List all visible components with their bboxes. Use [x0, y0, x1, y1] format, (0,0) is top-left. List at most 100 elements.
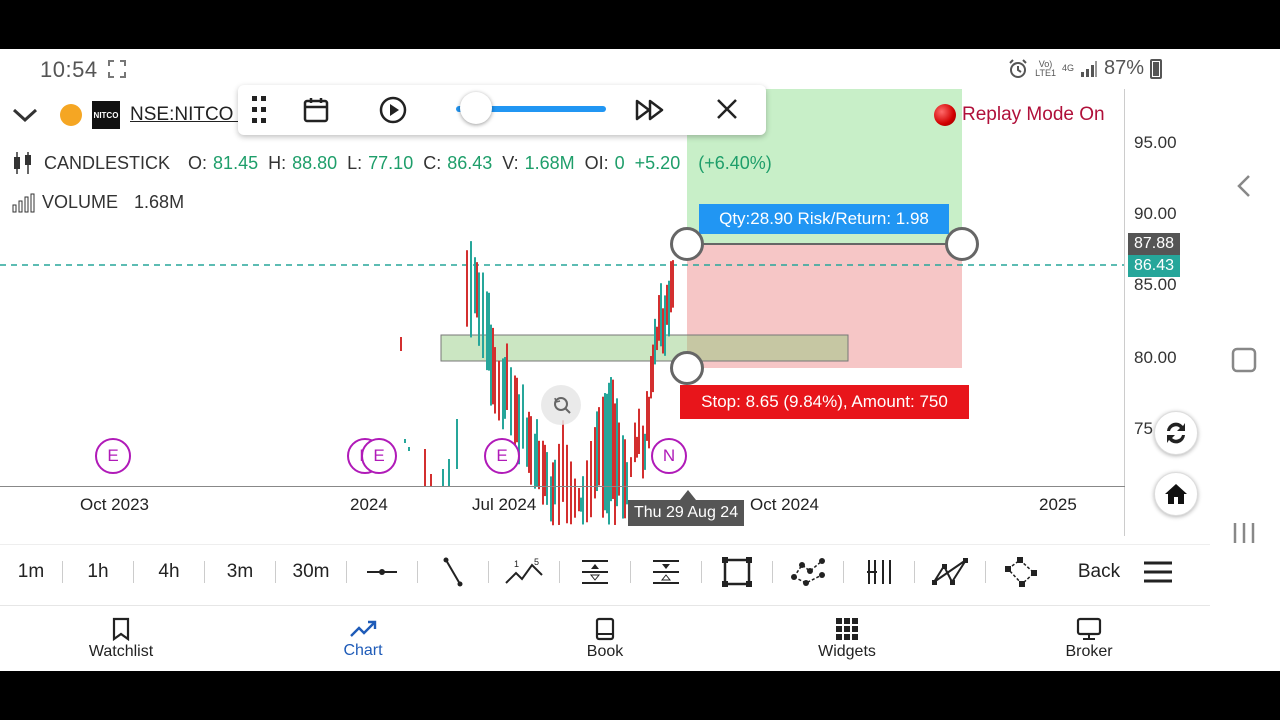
candle	[424, 449, 426, 486]
close-icon[interactable]	[714, 96, 740, 122]
nav-book[interactable]: Book	[484, 606, 726, 671]
short-position-tool[interactable]	[631, 545, 701, 600]
candle	[614, 403, 616, 525]
home-icon	[1165, 484, 1187, 504]
menu-icon[interactable]	[1142, 560, 1174, 584]
volume-label: VOLUME	[42, 192, 119, 212]
target-price-tag: 87.88	[1128, 233, 1181, 255]
candle	[442, 469, 444, 486]
support-zone-rect[interactable]	[440, 334, 849, 362]
time-label: 2025	[1039, 495, 1077, 514]
candle	[658, 295, 660, 341]
candle	[502, 358, 504, 430]
candle	[608, 382, 610, 525]
candle	[590, 441, 592, 518]
play-icon[interactable]	[378, 95, 408, 125]
path-icon	[1005, 557, 1037, 587]
candle	[448, 459, 450, 486]
signal-icon	[1080, 60, 1097, 77]
change-value: +5.20	[634, 152, 681, 173]
refresh-button[interactable]	[1154, 411, 1198, 455]
candle	[594, 427, 596, 499]
stop-handle[interactable]	[670, 351, 704, 385]
pattern-tool[interactable]	[773, 545, 843, 600]
home-nav-icon[interactable]	[1231, 347, 1257, 373]
close-value: 86.43	[447, 152, 493, 173]
stop-loss-label[interactable]: Stop: 8.65 (9.84%), Amount: 750	[680, 385, 969, 419]
news-marker[interactable]: N	[651, 438, 687, 474]
change-percent: (+6.40%)	[698, 152, 772, 173]
nav-broker[interactable]: Broker	[968, 606, 1210, 671]
rectangle-tool[interactable]	[702, 545, 772, 600]
candle	[552, 462, 554, 526]
reset-zoom-button[interactable]	[541, 385, 581, 425]
trend-line-tool[interactable]	[418, 545, 488, 600]
elliott-wave-tool[interactable]: 15	[489, 545, 559, 600]
time-label: 2024	[350, 495, 388, 514]
status-icons: Vo) LTE1 4G 87%	[1007, 57, 1162, 80]
candle	[530, 416, 532, 485]
candle	[510, 367, 512, 436]
nav-chart[interactable]: Chart	[242, 606, 484, 671]
drag-handle-icon[interactable]	[250, 94, 268, 126]
earnings-marker[interactable]: E	[361, 438, 397, 474]
long-position-tool[interactable]	[560, 545, 630, 600]
fib-time-tool[interactable]	[844, 545, 914, 600]
slider-thumb[interactable]	[460, 92, 492, 124]
earnings-marker[interactable]: E	[484, 438, 520, 474]
candle	[604, 393, 606, 511]
chevron-down-icon[interactable]	[10, 105, 40, 125]
candle	[558, 443, 560, 525]
recents-nav-icon[interactable]	[1232, 521, 1256, 545]
home-button[interactable]	[1154, 472, 1198, 516]
entry-handle[interactable]	[670, 227, 704, 261]
nav-watchlist[interactable]: Watchlist	[0, 606, 242, 671]
fast-forward-icon[interactable]	[634, 95, 666, 125]
candle	[602, 396, 604, 518]
target-handle[interactable]	[945, 227, 979, 261]
candle	[408, 447, 410, 451]
candle	[476, 262, 478, 318]
price-label: 75	[1134, 419, 1153, 438]
candle	[586, 460, 588, 523]
candle	[656, 326, 658, 351]
horizontal-line-tool[interactable]	[347, 545, 417, 600]
path-tool[interactable]	[986, 545, 1056, 600]
candle	[478, 272, 480, 346]
symbol-name[interactable]: NSE:NITCO (	[130, 104, 245, 126]
price-label: 80.00	[1134, 348, 1177, 367]
candle	[652, 344, 654, 393]
candle	[494, 347, 496, 414]
candle	[506, 343, 508, 410]
date-pointer	[680, 490, 696, 500]
candle	[470, 241, 472, 338]
interval-3m[interactable]: 3m	[205, 545, 275, 600]
back-button[interactable]: Back	[1056, 545, 1142, 600]
candle	[644, 433, 646, 470]
last-price-tag: 86.43	[1128, 255, 1181, 277]
reset-zoom-icon	[554, 397, 571, 414]
replay-mode-indicator: Replay Mode On	[934, 104, 1105, 126]
earnings-marker[interactable]: E	[95, 438, 131, 474]
interval-4h[interactable]: 4h	[134, 545, 204, 600]
nav-widgets[interactable]: Widgets	[726, 606, 968, 671]
interval-1m[interactable]: 1m	[0, 545, 62, 600]
candle	[492, 327, 494, 405]
refresh-icon	[1167, 422, 1185, 444]
position-qty-label[interactable]: Qty:28.90 Risk/Return: 1.98	[699, 204, 949, 234]
battery-percent: 87%	[1103, 57, 1144, 79]
back-nav-icon[interactable]	[1234, 173, 1254, 199]
candle	[486, 291, 488, 371]
battery-icon	[1150, 58, 1162, 79]
svg-text:1: 1	[514, 559, 519, 569]
high-label: H:	[268, 152, 287, 173]
interval-1h[interactable]: 1h	[63, 545, 133, 600]
fib-time-icon	[867, 560, 891, 584]
candle	[612, 379, 614, 499]
nav-label: Book	[586, 642, 624, 660]
candle	[498, 360, 500, 421]
xabcd-pattern-tool[interactable]	[915, 545, 985, 600]
candle	[570, 461, 572, 525]
interval-30m[interactable]: 30m	[276, 545, 346, 600]
calendar-icon[interactable]	[302, 96, 330, 124]
